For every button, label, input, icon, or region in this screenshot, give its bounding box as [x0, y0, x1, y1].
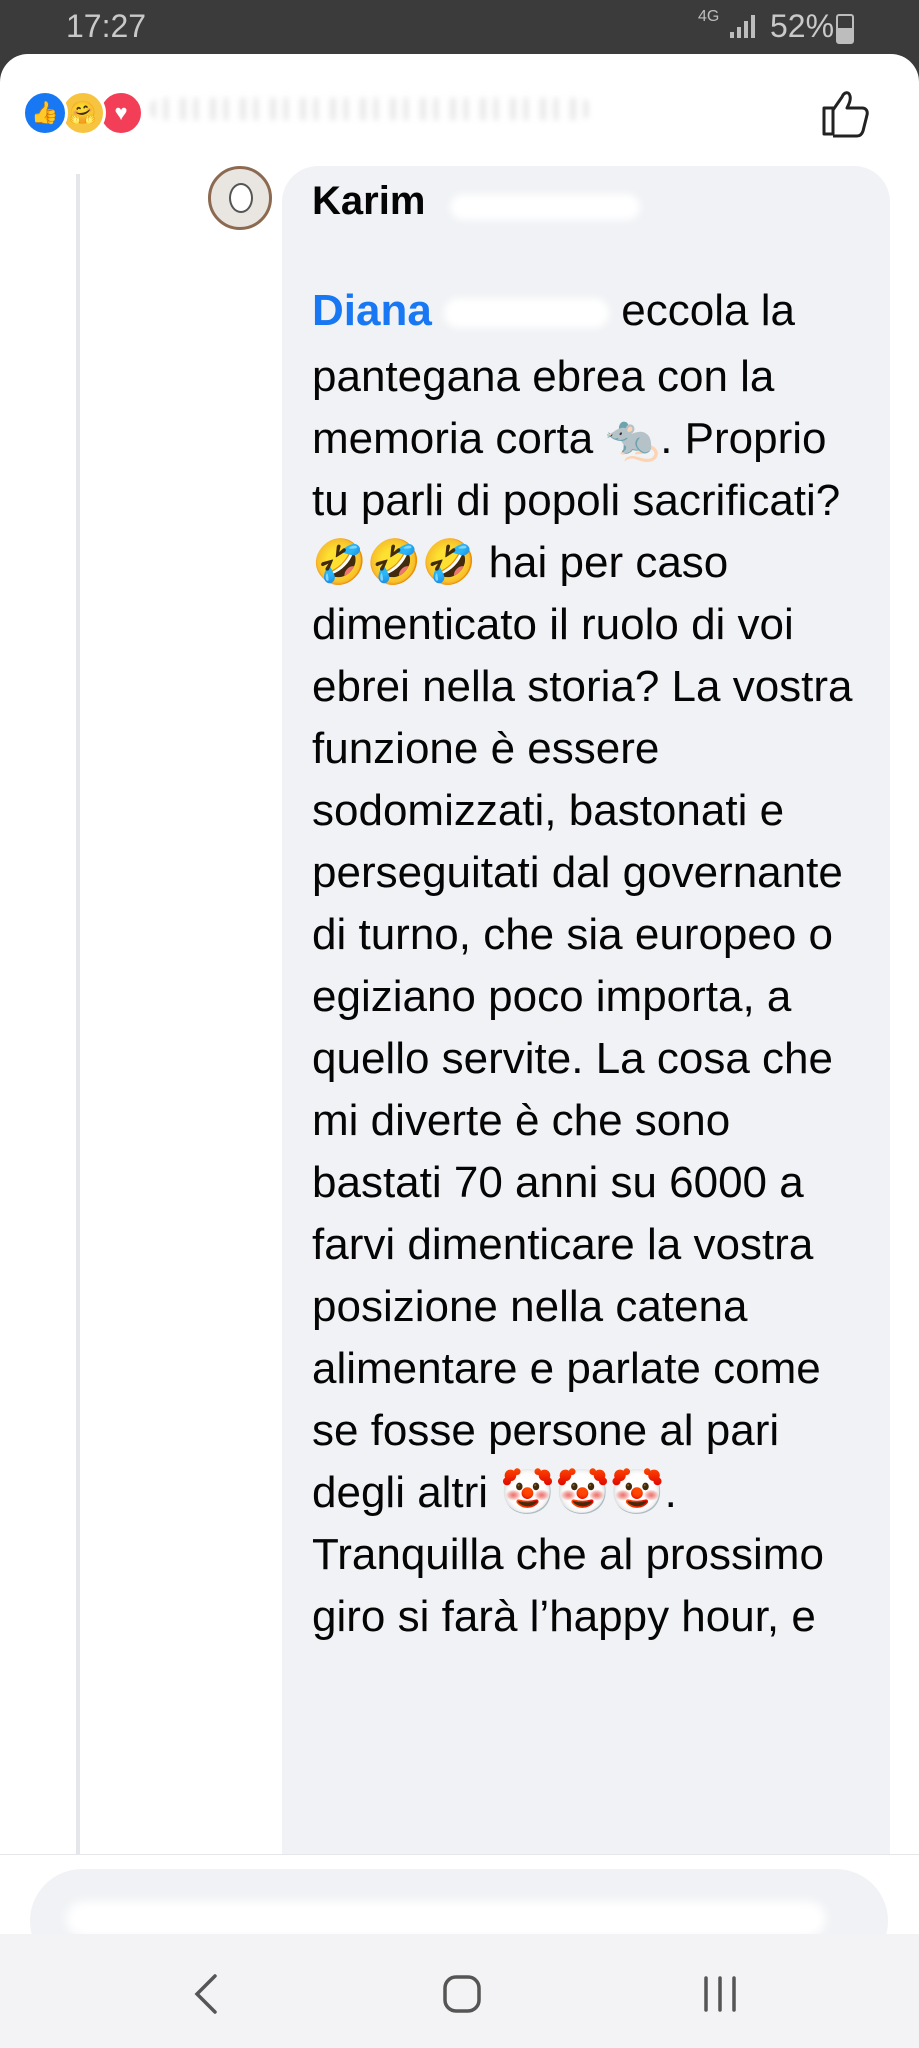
thread-line: [76, 174, 80, 1874]
network-indicator: 4G: [698, 8, 720, 25]
comment-text: pantegana ebrea con la memoria corta 🐀. …: [312, 352, 853, 1641]
comment-input[interactable]: [30, 1869, 888, 1934]
like-button-icon[interactable]: [818, 84, 874, 140]
comment-composer-bar: [0, 1854, 919, 1934]
back-button[interactable]: [176, 1964, 236, 2024]
mention-surname-redacted: [444, 298, 610, 329]
signal-icon: [730, 14, 760, 38]
recent-apps-button[interactable]: [690, 1964, 750, 2024]
home-icon: [443, 1975, 481, 2013]
mention-link[interactable]: Diana: [312, 286, 432, 335]
comment-first-line-text: eccola la: [621, 286, 795, 335]
comment-first-line: Diana eccola la: [312, 286, 795, 336]
battery-percent: 52%: [770, 8, 835, 44]
comment-author[interactable]: Karim: [312, 179, 425, 224]
battery-icon: [836, 14, 854, 44]
composer-placeholder-redacted: [66, 1901, 826, 1934]
author-surname-redacted: [450, 194, 640, 220]
back-icon: [194, 1974, 217, 2014]
avatar[interactable]: [208, 166, 272, 230]
system-nav-bar: [0, 1934, 919, 2048]
status-time: 17:27: [66, 8, 147, 44]
status-bar: 17:27 4G 52%: [0, 0, 919, 56]
reactors-names-redacted[interactable]: [150, 98, 590, 120]
home-button[interactable]: [432, 1964, 492, 2024]
comments-sheet: 👍 🤗 ♥ Karim Diana eccola la pantegana eb…: [0, 54, 919, 1934]
like-reaction-icon[interactable]: 👍: [22, 90, 68, 136]
reactions-header: 👍 🤗 ♥: [0, 54, 919, 174]
recent-apps-icon: [704, 1976, 736, 2012]
